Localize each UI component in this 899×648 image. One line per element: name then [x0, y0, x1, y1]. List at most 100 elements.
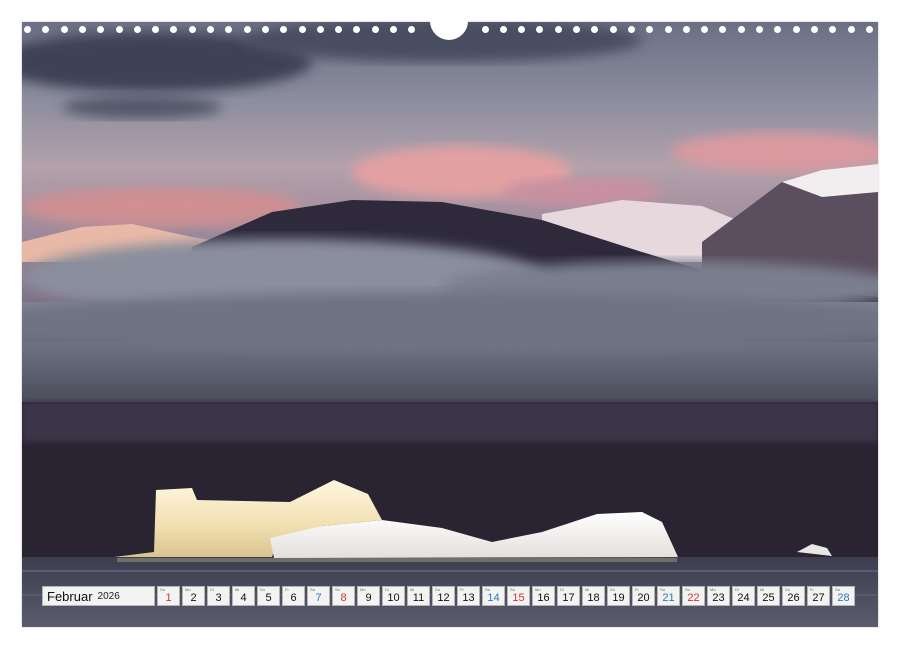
day-cell: Do 19 — [607, 586, 630, 606]
day-number: 4 — [240, 592, 247, 604]
day-number: 7 — [315, 592, 322, 604]
day-number: 6 — [290, 592, 297, 604]
binding-hole — [591, 26, 599, 33]
day-number: 11 — [412, 592, 425, 604]
binding-hole — [115, 26, 123, 33]
day-number: 2 — [190, 592, 197, 604]
day-cell: Fr 13 — [457, 586, 480, 606]
day-number: 23 — [712, 592, 725, 604]
binding-hole — [261, 26, 269, 33]
day-cell: So 8 — [332, 586, 355, 606]
day-number: 24 — [737, 592, 750, 604]
month-name: Februar — [47, 588, 93, 604]
binding-hole — [298, 26, 306, 33]
day-cell: Di 10 — [382, 586, 405, 606]
binding-hole — [481, 26, 489, 33]
binding-hole — [316, 26, 324, 33]
landscape-photo — [22, 22, 878, 627]
binding-hole — [609, 26, 617, 33]
binding-hole — [682, 26, 690, 33]
binding-hole — [188, 26, 196, 33]
binding-hole — [719, 26, 727, 33]
day-number: 21 — [662, 592, 675, 604]
day-number: 27 — [812, 592, 825, 604]
binding-hole — [390, 26, 397, 33]
day-cell: Di 3 — [207, 586, 230, 606]
day-cell: Mi 11 — [407, 586, 430, 606]
binding-hole — [737, 26, 745, 33]
month-label: Februar 2026 — [42, 586, 155, 606]
day-number: 9 — [365, 592, 372, 604]
day-number: 12 — [437, 592, 450, 604]
day-cell: Fr 27 — [807, 586, 830, 606]
day-number: 13 — [462, 592, 475, 604]
day-cell: Di 17 — [557, 586, 580, 606]
day-number: 28 — [837, 592, 850, 604]
binding-hole — [408, 26, 416, 33]
binding-hole — [536, 26, 544, 33]
binding-hole — [353, 26, 361, 33]
binding-hole — [280, 26, 288, 33]
day-cell: Sa 28 — [832, 586, 855, 606]
day-cell: Di 24 — [732, 586, 755, 606]
day-cell: Do 12 — [432, 586, 455, 606]
binding-hole — [207, 26, 214, 33]
day-number: 14 — [487, 592, 500, 604]
day-cell: Sa 21 — [657, 586, 680, 606]
binding-hole — [664, 26, 672, 33]
day-cell: Sa 7 — [307, 586, 330, 606]
binding-hole — [371, 26, 379, 33]
day-number: 1 — [165, 592, 172, 604]
day-cell: Do 5 — [257, 586, 280, 606]
binding-hole — [499, 26, 507, 33]
calendar-bar: Februar 2026 So 1 Mo 2 Di 3 Mi 4 Do 5 Fr 6 Sa 7 So 8 Mo 9… — [42, 586, 857, 606]
binding-hole — [810, 26, 818, 33]
day-number: 8 — [340, 592, 347, 604]
binding-hole — [78, 26, 86, 33]
binding-hole — [60, 26, 68, 33]
day-number: 10 — [387, 592, 400, 604]
binding-hole — [865, 26, 873, 33]
calendar-sheet — [22, 22, 878, 627]
day-cell: So 15 — [507, 586, 530, 606]
binding-hole — [133, 26, 141, 33]
binding-hole — [701, 26, 709, 33]
day-cell: Sa 14 — [482, 586, 505, 606]
binding-hole — [152, 26, 160, 33]
day-number: 5 — [265, 592, 272, 604]
binding-hole — [335, 26, 343, 33]
day-number: 20 — [637, 592, 650, 604]
day-number: 26 — [787, 592, 800, 604]
binding-hole — [829, 26, 837, 33]
binding-hole — [573, 26, 580, 33]
binding-hole — [792, 26, 800, 33]
binding-hole — [646, 26, 654, 33]
binding-hole — [170, 26, 178, 33]
day-number: 3 — [215, 592, 222, 604]
binding-hole — [554, 26, 562, 33]
day-number: 18 — [587, 592, 600, 604]
day-cell: Fr 20 — [632, 586, 655, 606]
binding-hole — [97, 26, 105, 33]
day-cell: So 22 — [682, 586, 705, 606]
day-number: 25 — [762, 592, 775, 604]
day-cell: Mi 18 — [582, 586, 605, 606]
day-cell: Mo 9 — [357, 586, 380, 606]
day-number: 15 — [512, 592, 525, 604]
day-cell: Mo 2 — [182, 586, 205, 606]
binding-hole — [518, 26, 526, 33]
day-number: 16 — [537, 592, 550, 604]
binding-hole — [42, 26, 50, 33]
day-number: 19 — [612, 592, 625, 604]
day-cell: So 1 — [157, 586, 180, 606]
day-cell: Mi 4 — [232, 586, 255, 606]
day-cell: Do 26 — [782, 586, 805, 606]
day-number: 17 — [562, 592, 575, 604]
day-number: 22 — [687, 592, 700, 604]
binding-hole — [225, 26, 233, 33]
day-cell: Mo 16 — [532, 586, 555, 606]
binding-hole — [243, 26, 251, 33]
binding-hole — [847, 26, 855, 33]
binding-hole — [774, 26, 782, 33]
day-cell: Mo 23 — [707, 586, 730, 606]
